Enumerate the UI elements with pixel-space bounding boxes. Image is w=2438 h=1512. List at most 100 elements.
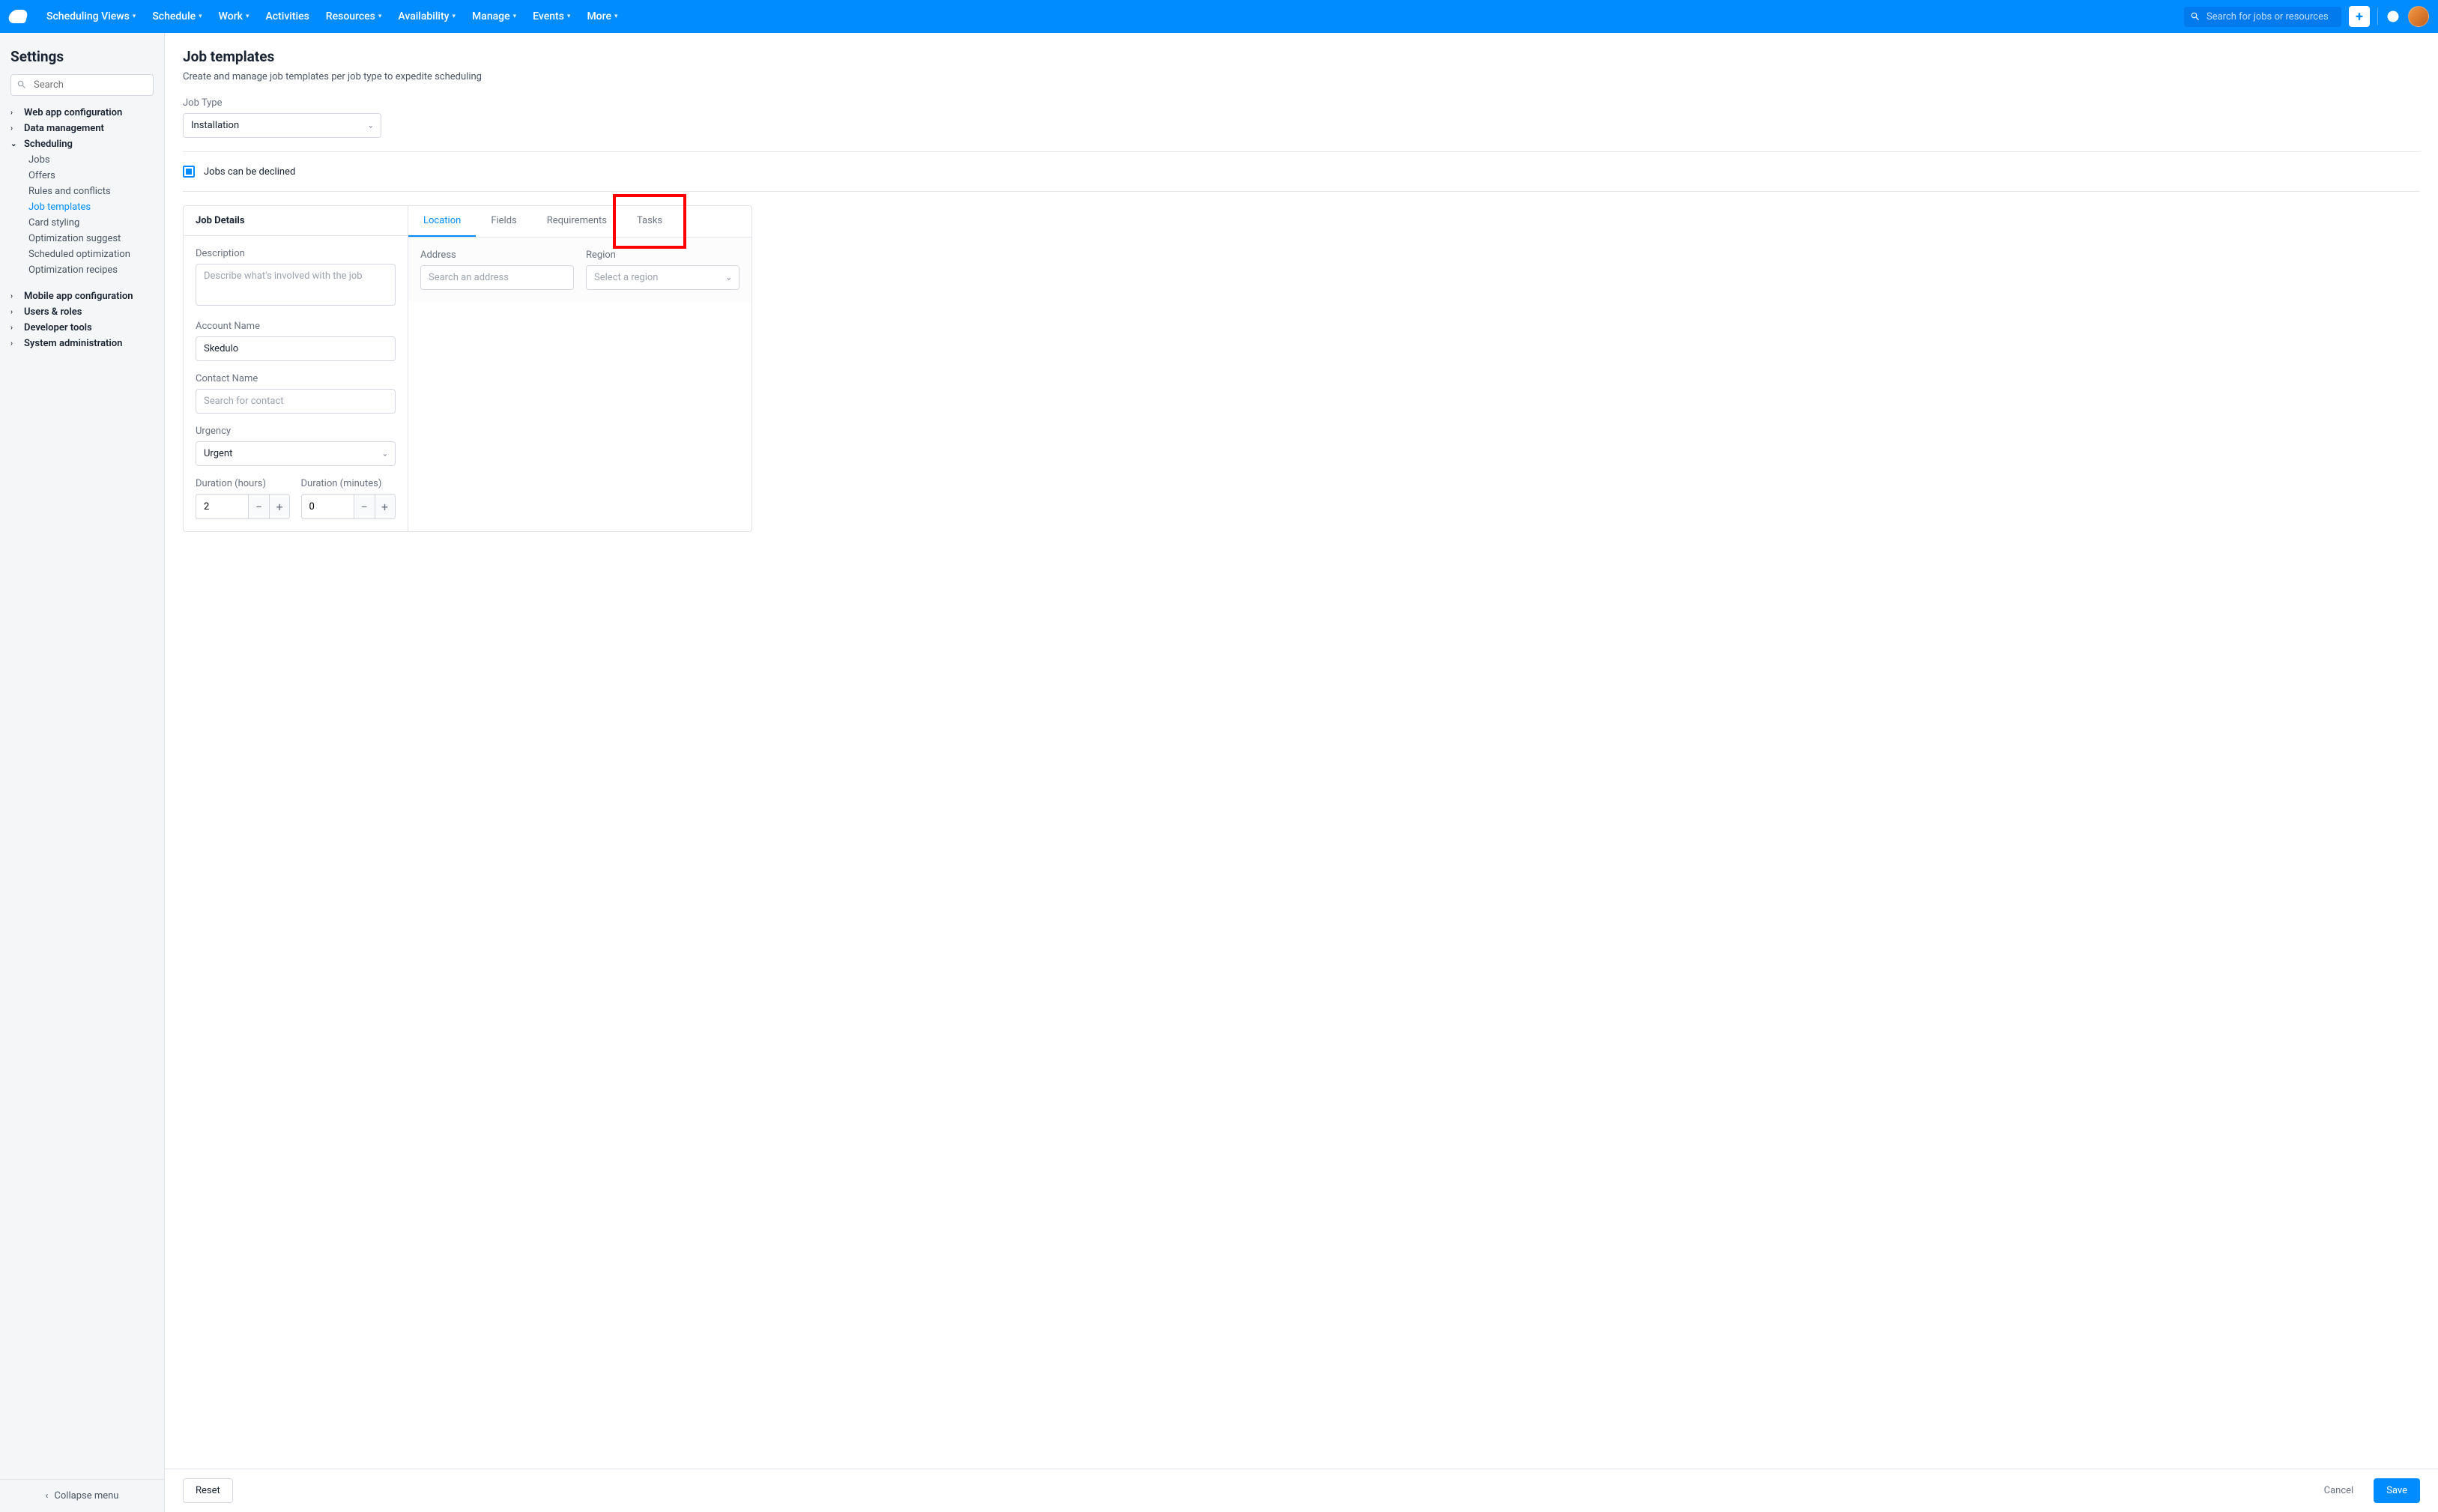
sidebar-group-users-roles[interactable]: ›Users & roles: [0, 304, 164, 320]
save-button[interactable]: Save: [2374, 1478, 2420, 1503]
chevron-down-icon: ▾: [567, 13, 571, 20]
cancel-button[interactable]: Cancel: [2311, 1478, 2367, 1503]
duration-minutes-input[interactable]: [301, 494, 354, 519]
user-avatar[interactable]: [2408, 6, 2429, 27]
duration-minutes-decrement[interactable]: −: [354, 494, 375, 519]
app-logo[interactable]: [7, 10, 29, 23]
sidebar-item-card-styling[interactable]: Card styling: [0, 215, 164, 231]
account-name-label: Account Name: [196, 321, 396, 332]
sidebar-item-optimization-recipes[interactable]: Optimization recipes: [0, 262, 164, 278]
sidebar-group-developer-tools[interactable]: › Developer tools: [0, 320, 164, 336]
sync-icon[interactable]: [2386, 9, 2401, 24]
sidebar-group-web-app-configuration[interactable]: ›Web app configuration: [0, 105, 164, 121]
sidebar-group-label: Developer tools: [24, 322, 92, 333]
tab-requirements[interactable]: Requirements: [532, 206, 622, 237]
tab-tasks[interactable]: Tasks: [622, 206, 677, 237]
topnav-item-label: Work: [219, 10, 243, 22]
page-subtitle: Create and manage job templates per job …: [183, 71, 2420, 82]
collapse-menu-label: Collapse menu: [54, 1490, 118, 1502]
sidebar-item-jobs[interactable]: Jobs: [0, 152, 164, 168]
detail-tabs: LocationFieldsRequirementsTasks: [408, 206, 751, 238]
global-search-wrap: [2184, 7, 2341, 27]
topnav-item-schedule[interactable]: Schedule▾: [145, 6, 209, 27]
account-name-input[interactable]: [196, 336, 396, 361]
sidebar-group-mobile-app-configuration[interactable]: › Mobile app configuration: [0, 288, 164, 304]
sidebar-search-input[interactable]: [10, 74, 154, 96]
description-label: Description: [196, 248, 396, 259]
chevron-down-icon: ▾: [199, 13, 202, 20]
topnav-item-label: Activities: [266, 10, 309, 22]
sidebar-group-system-administration[interactable]: › System administration: [0, 336, 164, 351]
topnav-right: +: [2184, 6, 2429, 27]
topnav-item-work[interactable]: Work▾: [211, 6, 257, 27]
sidebar-item-offers[interactable]: Offers: [0, 168, 164, 184]
sidebar-item-scheduled-optimization[interactable]: Scheduled optimization: [0, 247, 164, 262]
sidebar-title: Settings: [0, 43, 164, 74]
sidebar-group-label: Mobile app configuration: [24, 291, 133, 302]
chevron-right-icon: ›: [10, 109, 18, 117]
sidebar-group-label: Data management: [24, 123, 104, 134]
urgency-select[interactable]: Urgent: [196, 441, 396, 466]
divider: [2377, 7, 2378, 25]
topnav-item-manage[interactable]: Manage▾: [465, 6, 524, 27]
chevron-down-icon: ⌄: [10, 140, 18, 148]
topnav-item-activities[interactable]: Activities: [258, 6, 317, 27]
job-type-label: Job Type: [183, 97, 2420, 109]
topnav-item-label: Availability: [398, 10, 449, 22]
reset-button[interactable]: Reset: [183, 1478, 233, 1503]
topnav-item-label: Manage: [472, 10, 510, 22]
region-select[interactable]: [586, 265, 739, 290]
top-navigation: Scheduling Views▾Schedule▾Work▾Activitie…: [0, 0, 2438, 33]
sidebar-item-job-templates[interactable]: Job templates: [0, 199, 164, 215]
settings-sidebar: Settings ›Web app configuration›Data man…: [0, 33, 165, 1512]
duration-hours-decrement[interactable]: −: [248, 494, 269, 519]
chevron-right-icon: ›: [10, 292, 18, 300]
sidebar-group-label: System administration: [24, 338, 122, 349]
create-button[interactable]: +: [2349, 6, 2370, 27]
topnav-item-scheduling-views[interactable]: Scheduling Views▾: [39, 6, 143, 27]
chevron-right-icon: ›: [10, 308, 18, 316]
topnav-item-label: Events: [533, 10, 564, 22]
divider: [183, 191, 2420, 192]
sidebar-item-optimization-suggest[interactable]: Optimization suggest: [0, 231, 164, 247]
chevron-right-icon: ›: [10, 324, 18, 332]
address-label: Address: [420, 250, 574, 261]
divider: [183, 151, 2420, 152]
search-icon: [2190, 11, 2200, 22]
global-search-input[interactable]: [2184, 7, 2341, 27]
sidebar-group-data-management[interactable]: ›Data management: [0, 121, 164, 136]
tab-fields[interactable]: Fields: [476, 206, 531, 237]
description-input[interactable]: [196, 264, 396, 306]
topnav-item-availability[interactable]: Availability ▾: [390, 6, 463, 27]
sidebar-item-rules-and-conflicts[interactable]: Rules and conflicts: [0, 184, 164, 199]
duration-minutes-increment[interactable]: +: [375, 494, 396, 519]
content-scroll[interactable]: Job templates Create and manage job temp…: [165, 33, 2438, 1469]
chevron-down-icon: ▾: [513, 13, 517, 20]
topnav-item-events[interactable]: Events▾: [525, 6, 578, 27]
page-title: Job templates: [183, 48, 2420, 65]
jobs-declinable-checkbox[interactable]: [183, 166, 195, 178]
region-label: Region: [586, 250, 739, 261]
main-content: Job templates Create and manage job temp…: [165, 33, 2438, 1512]
topnav-items: Scheduling Views▾Schedule▾Work▾Activitie…: [39, 6, 2184, 27]
topnav-item-more[interactable]: More▾: [579, 6, 625, 27]
duration-hours-label: Duration (hours): [196, 478, 291, 489]
topnav-item-label: Scheduling Views: [46, 10, 130, 22]
duration-hours-input[interactable]: [196, 494, 248, 519]
job-details-header: Job Details: [184, 206, 408, 236]
contact-name-input[interactable]: [196, 389, 396, 414]
address-input[interactable]: [420, 265, 574, 290]
collapse-menu-button[interactable]: ‹ Collapse menu: [0, 1479, 164, 1512]
sidebar-group-label: Scheduling: [24, 139, 73, 150]
duration-hours-increment[interactable]: +: [269, 494, 290, 519]
topnav-item-label: Schedule: [152, 10, 196, 22]
chevron-down-icon: ▾: [453, 13, 456, 20]
topnav-item-resources[interactable]: Resources▾: [318, 6, 390, 27]
tab-location[interactable]: Location: [408, 206, 476, 237]
job-type-select[interactable]: Installation: [183, 113, 381, 138]
search-icon: [16, 79, 27, 90]
topnav-item-label: More: [587, 10, 611, 22]
sidebar-group-scheduling[interactable]: ⌄ Scheduling: [0, 136, 164, 152]
chevron-right-icon: ›: [10, 339, 18, 348]
chevron-down-icon: ▾: [614, 13, 618, 20]
